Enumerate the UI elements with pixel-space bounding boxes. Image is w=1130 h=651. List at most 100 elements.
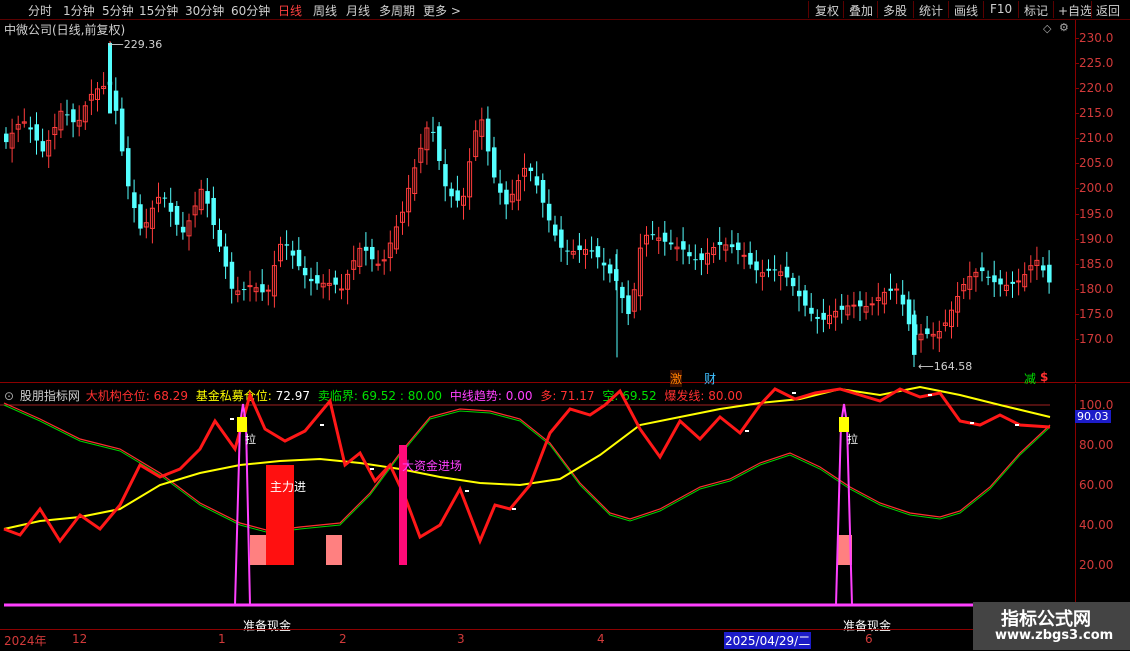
overlay-button[interactable]: 叠加 xyxy=(849,2,873,19)
candle-body xyxy=(315,275,320,284)
candle-body xyxy=(620,286,625,299)
candle-body xyxy=(540,179,546,203)
stats-button[interactable]: 统计 xyxy=(919,2,943,19)
candle-body xyxy=(1047,264,1052,283)
cursor-date: 2025/04/29/二 xyxy=(724,632,812,649)
candle-body xyxy=(370,246,375,260)
candle-body xyxy=(607,264,613,274)
price-tick: 220.0 xyxy=(1079,81,1114,95)
candle-body xyxy=(925,328,930,335)
low-price-value: 164.58 xyxy=(933,360,973,373)
signal-dot xyxy=(320,424,324,426)
candle-body xyxy=(65,114,70,116)
candle-body xyxy=(858,300,863,307)
candle-body xyxy=(260,284,265,293)
candle-body xyxy=(869,303,875,306)
tab-monthly[interactable]: 月线 xyxy=(346,2,370,19)
tab-daily[interactable]: 日线 xyxy=(278,2,302,19)
candle-body xyxy=(741,254,747,257)
candle-body xyxy=(333,277,338,285)
candle-body xyxy=(546,203,552,221)
pane-divider xyxy=(0,382,1130,383)
date-label: 1 xyxy=(218,632,226,646)
candle-body xyxy=(693,259,698,261)
date-label: 12 xyxy=(72,632,88,646)
cash-bar xyxy=(326,535,342,565)
tick-mark xyxy=(1075,314,1079,315)
candle-body xyxy=(699,253,704,261)
candle-body xyxy=(1041,265,1046,271)
candle-body xyxy=(290,250,296,256)
tab-more[interactable]: 更多 > xyxy=(423,2,461,19)
high-price-value: 229.36 xyxy=(123,38,163,51)
signal-dot xyxy=(970,422,974,424)
fuquan-button[interactable]: 复权 xyxy=(815,2,839,19)
candle-body xyxy=(168,202,174,212)
candle-body xyxy=(553,224,558,236)
long-line xyxy=(3,402,1051,532)
candle-body xyxy=(211,197,216,226)
candle-body xyxy=(681,241,686,250)
tab-weekly[interactable]: 周线 xyxy=(313,2,337,19)
f10-button[interactable]: F10 xyxy=(990,2,1012,16)
tab-60min[interactable]: 60分钟 xyxy=(231,2,270,19)
candle-body xyxy=(138,204,143,229)
candle-body xyxy=(449,188,454,197)
candle-body xyxy=(986,276,991,278)
price-tick: 215.0 xyxy=(1079,106,1114,120)
candle-body xyxy=(772,269,778,271)
candle-body xyxy=(784,266,790,278)
tick-mark xyxy=(1075,289,1079,290)
tab-15min[interactable]: 15分钟 xyxy=(139,2,178,19)
institution-position-line xyxy=(3,387,1051,546)
price-tick: 170.0 xyxy=(1079,332,1114,346)
annotation-la-1: 拉 xyxy=(245,433,256,446)
indicator-tick: 60.00 xyxy=(1079,478,1114,492)
candle-body xyxy=(528,167,534,172)
candle-body xyxy=(687,252,692,257)
candle-body xyxy=(309,278,314,282)
candle-body xyxy=(577,245,582,251)
candle-body xyxy=(229,261,235,289)
candle-body xyxy=(28,127,33,130)
watermark-logo: 指标公式网 www.zbgs3.com xyxy=(973,602,1130,650)
candle-body xyxy=(443,164,448,187)
annotation-zhuli: 主力进 xyxy=(270,480,307,494)
toolbar: 分时 1分钟 5分钟 15分钟 30分钟 60分钟 日线 周线 月线 多周期 更… xyxy=(0,0,1130,20)
candle-body xyxy=(821,312,826,320)
candle-body xyxy=(174,205,180,225)
indicator-tick: 40.00 xyxy=(1079,518,1114,532)
mark-button[interactable]: 标记 xyxy=(1024,2,1048,19)
signal-dot xyxy=(792,392,796,394)
candle-body xyxy=(217,229,222,247)
candle-body xyxy=(126,148,131,187)
candle-body xyxy=(729,244,735,248)
price-axis-line xyxy=(1075,20,1076,382)
toolbar-divider xyxy=(877,1,878,18)
tick-mark xyxy=(1075,88,1079,89)
price-tick: 205.0 xyxy=(1079,156,1114,170)
candle-body xyxy=(717,241,723,245)
tick-mark xyxy=(1075,339,1079,340)
candle-body xyxy=(595,246,601,258)
tab-multi-period[interactable]: 多周期 xyxy=(379,2,415,19)
tick-mark xyxy=(1075,188,1079,189)
tab-5min[interactable]: 5分钟 xyxy=(102,2,134,19)
tab-1min[interactable]: 1分钟 xyxy=(63,2,95,19)
date-label: 2 xyxy=(339,632,347,646)
annotation-la-2: 拉 xyxy=(847,433,858,446)
marker-dollar[interactable]: $ xyxy=(1040,370,1048,384)
candle-body xyxy=(906,299,912,325)
multi-stock-button[interactable]: 多股 xyxy=(883,2,907,19)
candle-body xyxy=(284,244,290,246)
indicator-tick: 80.00 xyxy=(1079,438,1114,452)
candle-body xyxy=(601,262,607,266)
candle-body xyxy=(766,268,771,271)
annotation-dazijin: 大资金进场 xyxy=(402,459,463,473)
toolbar-divider xyxy=(843,1,844,18)
back-button[interactable]: 返回 xyxy=(1096,2,1120,19)
draw-line-button[interactable]: 画线 xyxy=(954,2,978,19)
tab-fenshi[interactable]: 分时 xyxy=(28,2,52,19)
add-watchlist-button[interactable]: +自选 xyxy=(1058,2,1092,19)
tab-30min[interactable]: 30分钟 xyxy=(185,2,224,19)
